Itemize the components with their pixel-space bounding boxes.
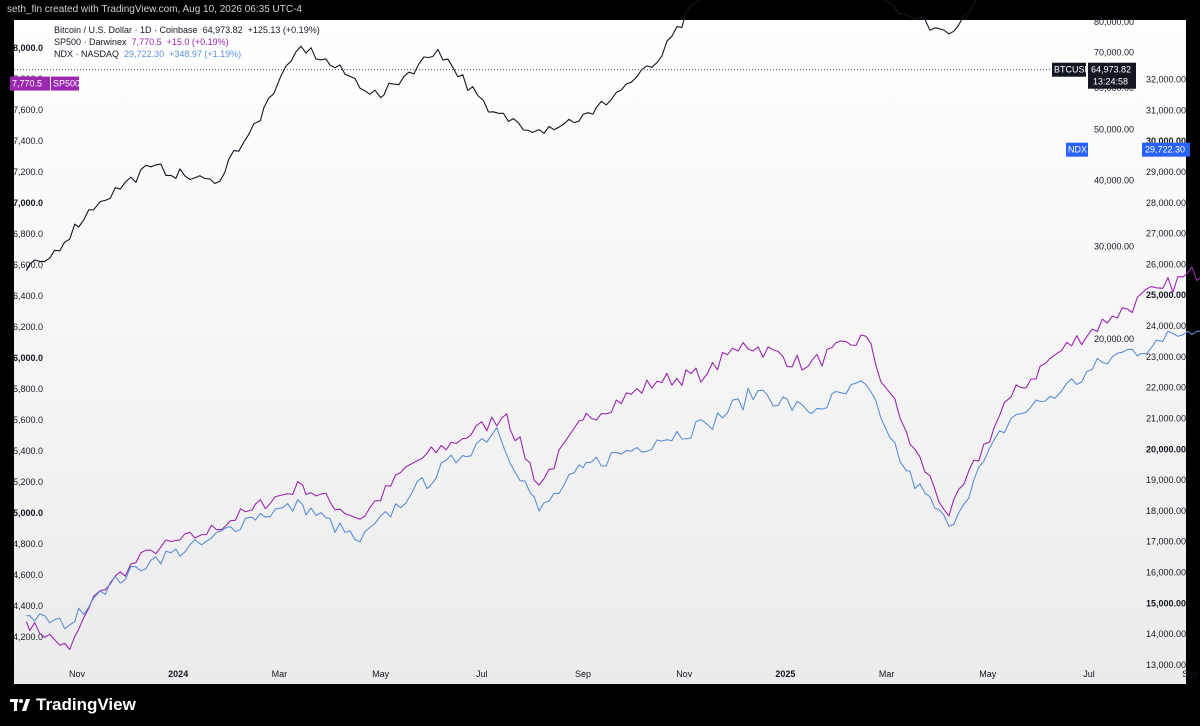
ndx-axis-tick-label: 17,000.00: [1146, 537, 1186, 547]
time-axis-tick-label: 2024: [168, 669, 188, 679]
tradingview-logo-icon: [10, 699, 30, 711]
legend: Bitcoin / U.S. Dollar · 1D · Coinbase 64…: [54, 24, 320, 60]
legend-spx-price: 7,770.5: [131, 37, 162, 47]
time-axis-tick-label: Nov: [69, 669, 86, 679]
legend-spx[interactable]: SP500 · Darwinex 7,770.5 +15.0 (+0.19%): [54, 36, 320, 48]
left-axis-tick-label: 5,800.0: [13, 384, 43, 394]
left-axis-tick-label: 8,000.0: [13, 43, 43, 53]
ndx-axis-tick-label: 22,000.00: [1146, 383, 1186, 393]
btc-name-badge-label: BTCUSD: [1054, 65, 1092, 75]
ndx-axis-tick-label: 31,000.00: [1146, 105, 1186, 115]
left-axis-tick-label: 4,600.0: [13, 570, 43, 580]
ndx-axis-tick-label: 20,000.00: [1146, 444, 1186, 454]
left-axis-tick-label: 6,800.0: [13, 229, 43, 239]
btc-price-badge-value: 64,973.82: [1091, 65, 1131, 75]
ndx-price-badge-value: 29,722.30: [1145, 145, 1185, 155]
time-axis-tick-label: Mar: [272, 669, 288, 679]
btc-axis-tick-label: 50,000.00: [1094, 125, 1134, 135]
tradingview-brand[interactable]: TradingView: [10, 695, 136, 715]
btc-axis-tick-label: 40,000.00: [1094, 176, 1134, 186]
time-axis-tick-label: May: [979, 669, 997, 679]
left-axis-tick-label: 4,800.0: [13, 539, 43, 549]
chart-svg[interactable]: 8,000.07,800.07,600.07,400.07,200.07,000…: [0, 0, 1200, 726]
ndx-axis-tick-label: 26,000.00: [1146, 259, 1186, 269]
left-axis-tick-label: 5,200.0: [13, 477, 43, 487]
legend-btc-change: +125.13 (+0.19%): [247, 25, 320, 35]
legend-ndx-name: NDX · NASDAQ: [54, 49, 120, 59]
ndx-name-badge-label: NDX: [1068, 145, 1087, 155]
btc-axis-tick-label: 30,000.00: [1094, 241, 1134, 251]
left-axis-tick-label: 6,000.0: [13, 353, 43, 363]
legend-spx-change: +15.0 (+0.19%): [166, 37, 229, 47]
legend-btc-name: Bitcoin / U.S. Dollar · 1D · Coinbase: [54, 25, 198, 35]
btc-axis-tick-label: 70,000.00: [1094, 48, 1134, 58]
ndx-axis-tick-label: 21,000.00: [1146, 413, 1186, 423]
spx-name-badge-label: SP500: [53, 79, 80, 89]
ndx-axis-tick-label: 13,000.00: [1146, 660, 1186, 670]
ndx-axis-tick-label: 24,000.00: [1146, 321, 1186, 331]
series-line-sp500: [25, 266, 1200, 650]
ndx-axis-tick-label: 16,000.00: [1146, 568, 1186, 578]
time-axis-tick-label: 2025: [775, 669, 795, 679]
legend-ndx-change: +348.97 (+1.19%): [169, 49, 242, 59]
left-axis-tick-label: 7,600.0: [13, 105, 43, 115]
left-axis-tick-label: 6,400.0: [13, 291, 43, 301]
time-axis-tick-label: Jul: [476, 669, 488, 679]
ndx-axis-tick-label: 27,000.00: [1146, 229, 1186, 239]
footer-bar: [0, 684, 1200, 726]
legend-spx-name: SP500 · Darwinex: [54, 37, 127, 47]
brand-label: TradingView: [36, 695, 136, 714]
btc-axis-tick-label: 20,000.00: [1094, 334, 1134, 344]
ndx-axis-tick-label: 28,000.00: [1146, 198, 1186, 208]
left-axis-tick-label: 7,200.0: [13, 167, 43, 177]
ndx-axis-tick-label: 29,000.00: [1146, 167, 1186, 177]
left-axis-tick-label: 5,400.0: [13, 446, 43, 456]
spx-price-badge-value: 7,770.5: [12, 79, 42, 89]
left-axis-tick-label: 4,200.0: [13, 632, 43, 642]
ndx-axis-tick-label: 14,000.00: [1146, 629, 1186, 639]
time-axis-tick-label: Sep: [1182, 669, 1198, 679]
time-axis-tick-label: Jul: [1083, 669, 1095, 679]
legend-ndx-price: 29,722.30: [124, 49, 165, 59]
left-axis-tick-label: 5,000.0: [13, 508, 43, 518]
legend-ndx[interactable]: NDX · NASDAQ 29,722.30 +348.97 (+1.19%): [54, 48, 320, 60]
ndx-axis-tick-label: 32,000.00: [1146, 75, 1186, 85]
series-line-ndx: [26, 330, 1200, 630]
left-axis-tick-label: 4,400.0: [13, 601, 43, 611]
time-axis-tick-label: Mar: [879, 669, 895, 679]
btc-countdown-label: 13:24:58: [1093, 77, 1128, 87]
time-axis-tick-label: Nov: [676, 669, 693, 679]
left-axis-tick-label: 7,400.0: [13, 136, 43, 146]
left-axis-tick-label: 6,200.0: [13, 322, 43, 332]
legend-btc-price: 64,973.82: [202, 25, 243, 35]
ndx-axis-tick-label: 25,000.00: [1146, 290, 1186, 300]
time-axis-tick-label: Sep: [575, 669, 591, 679]
ndx-axis-tick-label: 15,000.00: [1146, 598, 1186, 608]
time-axis-tick-label: May: [372, 669, 390, 679]
legend-btc[interactable]: Bitcoin / U.S. Dollar · 1D · Coinbase 64…: [54, 24, 320, 36]
ndx-axis-tick-label: 19,000.00: [1146, 475, 1186, 485]
btc-axis-tick-label: 80,000.00: [1094, 17, 1134, 27]
ndx-axis-tick-label: 18,000.00: [1146, 506, 1186, 516]
ndx-axis-tick-label: 23,000.00: [1146, 352, 1186, 362]
left-axis-tick-label: 5,600.0: [13, 415, 43, 425]
left-axis-tick-label: 7,000.0: [13, 198, 43, 208]
